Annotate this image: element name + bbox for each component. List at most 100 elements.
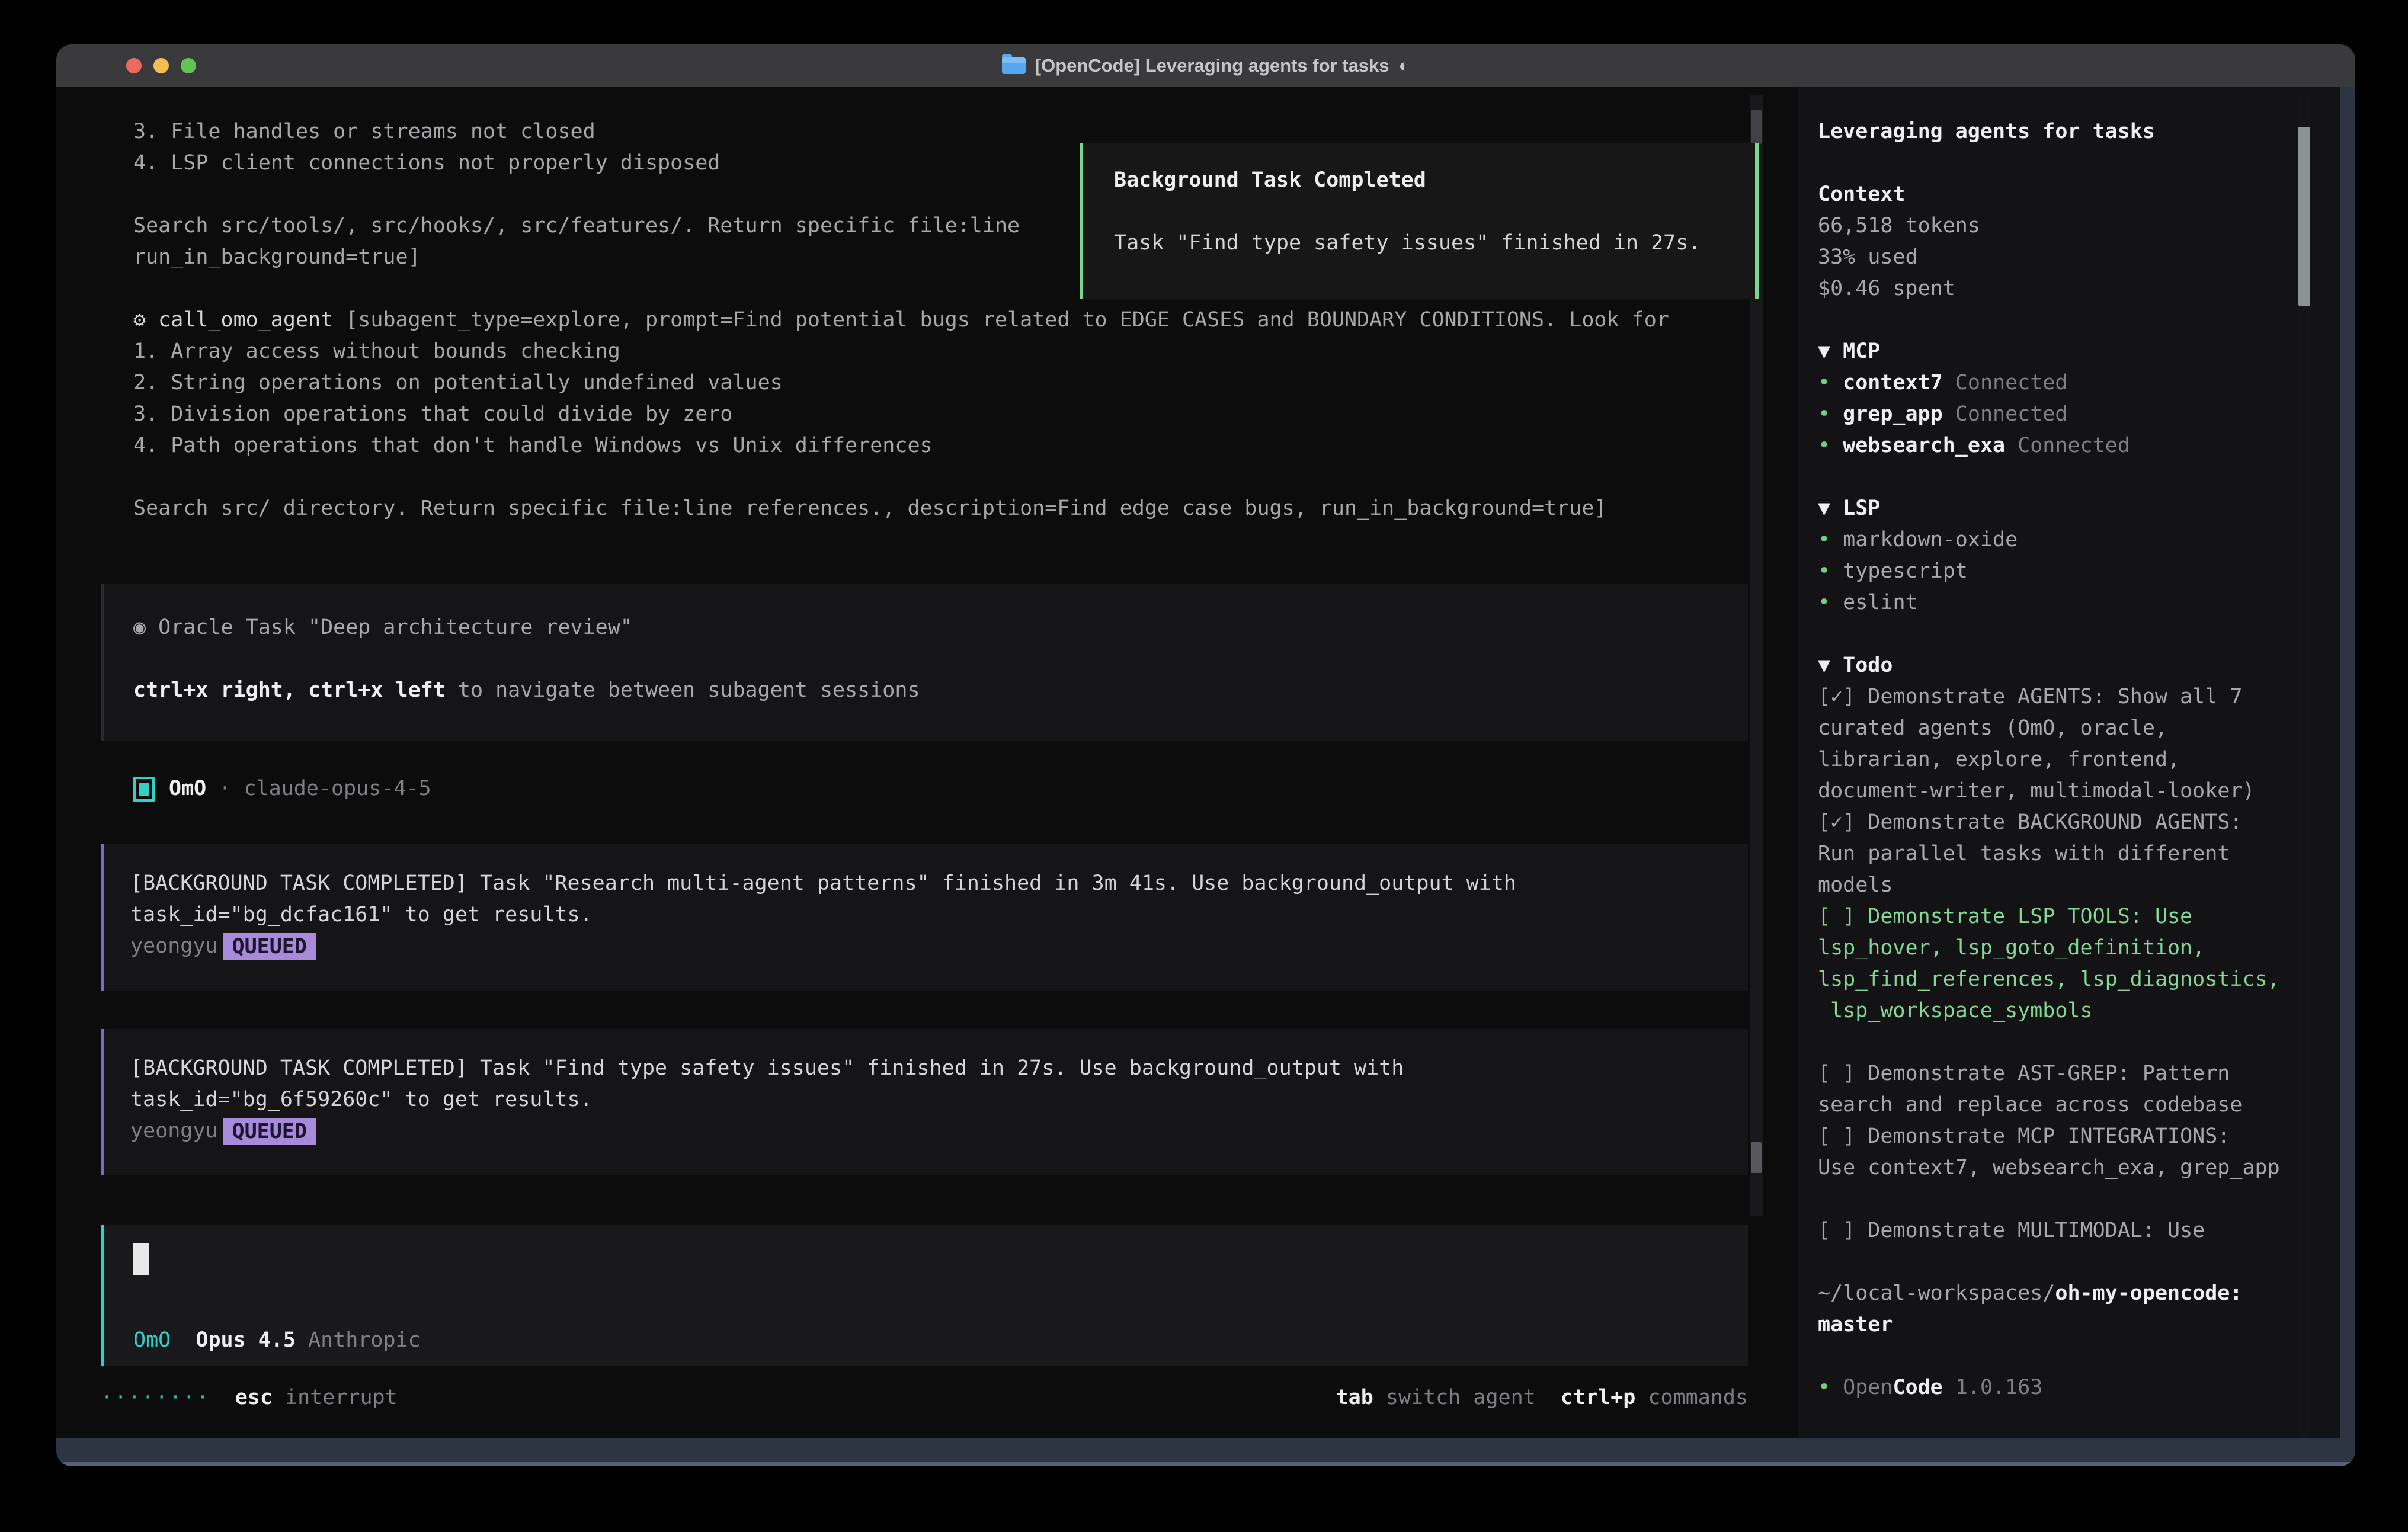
text-segment: [ ] Demonstrate LSP TOOLS: Use [1818, 905, 2192, 928]
text-line: lsp_find_references, lsp_diagnostics, [1818, 964, 2292, 995]
text-line: tab switch agent ctrl+p commands [1336, 1382, 1748, 1414]
progress-circle-icon: ◐ [1399, 55, 1410, 76]
text-segment: run_in_background=true] [133, 245, 421, 269]
app-window: [OpenCode] Leveraging agents for tasks ◐… [56, 44, 2355, 1466]
status-right: tab switch agent ctrl+p commands [1336, 1382, 1748, 1414]
text-line: Search src/ directory. Return specific f… [133, 493, 1757, 524]
text-segment: websearch_exa [1843, 434, 2005, 457]
text-segment: Connected [1943, 371, 2068, 395]
text-segment: [✓] Demonstrate AGENTS: Show all 7 [1818, 685, 2242, 709]
text-line [1818, 618, 2292, 650]
text-line: task_id="bg_6f59260c" to get results. [130, 1084, 1748, 1116]
text-line: ⚙ call_omo_agent [subagent_type=explore,… [133, 305, 1757, 336]
text-segment: 1.0.163 [1943, 1376, 2043, 1399]
text-segment: Connected [2005, 434, 2130, 457]
text-segment: [✓] Demonstrate BACKGROUND AGENTS: [1818, 810, 2242, 834]
text-segment: markdown-oxide [1843, 528, 2018, 552]
text-segment: librarian, explore, frontend, [1818, 748, 2180, 771]
text-line: [ ] Demonstrate MULTIMODAL: Use [1818, 1215, 2292, 1246]
text-segment: commands [1635, 1386, 1748, 1409]
text-segment: • [1818, 591, 1843, 614]
text-segment: Anthropic [308, 1328, 421, 1352]
text-segment: claude-opus-4-5 [244, 777, 431, 800]
text-segment: tab [1336, 1386, 1373, 1409]
text-segment: Run parallel tasks with different [1818, 842, 2230, 866]
text-segment: grep_app [1843, 402, 1943, 426]
text-segment: Connected [1943, 402, 2068, 426]
agent-header-text: OmO · claude-opus-4-5 [169, 773, 431, 805]
status-badge: QUEUED [223, 1118, 316, 1145]
text-segment [273, 1386, 285, 1409]
text-segment: switch agent [1373, 1386, 1536, 1409]
text-line: • context7 Connected [1818, 367, 2292, 399]
text-segment: yeongyu [130, 1119, 218, 1143]
text-segment [1536, 1386, 1561, 1409]
prompt-input[interactable]: OmO Opus 4.5 Anthropic [101, 1225, 1748, 1366]
text-segment: oh-my-opencode: [2055, 1281, 2242, 1305]
sidebar-scrollbar-thumb[interactable] [2298, 127, 2310, 306]
window-edge-bottom [56, 1438, 2355, 1466]
zoom-button[interactable] [181, 58, 196, 73]
text-segment [296, 1328, 308, 1352]
text-line: yeongyuQUEUED [130, 1116, 1748, 1147]
minimize-button[interactable] [153, 58, 169, 73]
text-segment: ▼ [1818, 339, 1843, 363]
text-line: 33% used [1818, 242, 2292, 273]
text-line: [ ] Demonstrate LSP TOOLS: Use [1818, 901, 2292, 932]
text-line [1818, 1184, 2292, 1215]
text-segment: · [206, 777, 244, 800]
text-line: [✓] Demonstrate BACKGROUND AGENTS: [1818, 807, 2292, 838]
text-segment: 4. LSP client connections not properly d… [133, 151, 720, 175]
text-line: • grep_app Connected [1818, 399, 2292, 430]
titlebar: [OpenCode] Leveraging agents for tasks ◐ [56, 44, 2355, 87]
text-segment: [BACKGROUND TASK COMPLETED] Task "Find t… [130, 1056, 1404, 1080]
text-segment: 4. Path operations that don't handle Win… [133, 434, 933, 457]
text-line: ▼ Todo [1818, 650, 2292, 681]
text-line: lsp_workspace_symbols [1818, 995, 2292, 1027]
text-segment: • [1818, 371, 1843, 395]
text-line: search and replace across codebase [1818, 1089, 2292, 1121]
text-segment [171, 1328, 196, 1352]
text-line: • eslint [1818, 587, 2292, 618]
text-segment: interrupt [285, 1386, 398, 1409]
text-segment: • [1818, 559, 1843, 583]
text-segment: [ ] Demonstrate MULTIMODAL: Use [1818, 1219, 2205, 1242]
text-line: master [1818, 1309, 2292, 1341]
notification-title: Background Task Completed [1114, 168, 1426, 192]
text-line: Use context7, websearch_exa, grep_app [1818, 1152, 2292, 1184]
text-segment: Search src/ directory. Return specific f… [133, 496, 1606, 520]
background-task-notification[interactable]: Background Task Completed Task "Find typ… [1080, 143, 1759, 299]
text-segment: MCP [1843, 339, 1880, 363]
text-segment: • [1818, 402, 1843, 426]
text-segment: yeongyu [130, 934, 218, 958]
text-line: ▼ LSP [1818, 493, 2292, 524]
text-line: $0.46 spent [1818, 273, 2292, 305]
text-line: ~/local-workspaces/oh-my-opencode: [1818, 1278, 2292, 1309]
close-button[interactable] [126, 58, 142, 73]
text-segment: lsp_workspace_symbols [1818, 999, 2093, 1023]
text-segment: ⚙ call_omo_agent [133, 308, 345, 332]
main-scrollbar-thumb-top[interactable] [1751, 110, 1762, 144]
text-line: 4. Path operations that don't handle Win… [133, 430, 1757, 461]
text-segment: OmO [133, 1328, 171, 1352]
text-line: [ ] Demonstrate AST-GREP: Pattern [1818, 1058, 2292, 1089]
text-segment: [ ] Demonstrate MCP INTEGRATIONS: [1818, 1124, 2230, 1148]
text-segment: task_id="bg_dcfac161" to get results. [130, 903, 593, 927]
text-segment: [subagent_type=explore, prompt=Find pote… [345, 308, 1669, 332]
text-line: document-writer, multimodal-looker) [1818, 775, 2292, 807]
text-segment: Search src/tools/, src/hooks/, src/featu… [133, 214, 1020, 238]
text-segment: [ ] Demonstrate AST-GREP: Pattern [1818, 1062, 2230, 1085]
text-line [1818, 1027, 2292, 1058]
text-line: task_id="bg_dcfac161" to get results. [130, 899, 1748, 931]
text-line: Run parallel tasks with different [1818, 838, 2292, 870]
text-line: yeongyuQUEUED [130, 931, 1748, 962]
text-segment: ▼ [1818, 653, 1843, 677]
text-segment: 66,518 tokens [1818, 214, 1980, 238]
text-line: [ ] Demonstrate MCP INTEGRATIONS: [1818, 1121, 2292, 1152]
text-line [133, 643, 1748, 675]
text-line: • OpenCode 1.0.163 [1818, 1372, 2292, 1403]
text-line: • typescript [1818, 556, 2292, 587]
main-scrollbar-thumb[interactable] [1751, 1142, 1762, 1173]
text-line: • markdown-oxide [1818, 524, 2292, 556]
text-segment: ◉ Oracle Task "Deep architecture review" [133, 616, 633, 639]
